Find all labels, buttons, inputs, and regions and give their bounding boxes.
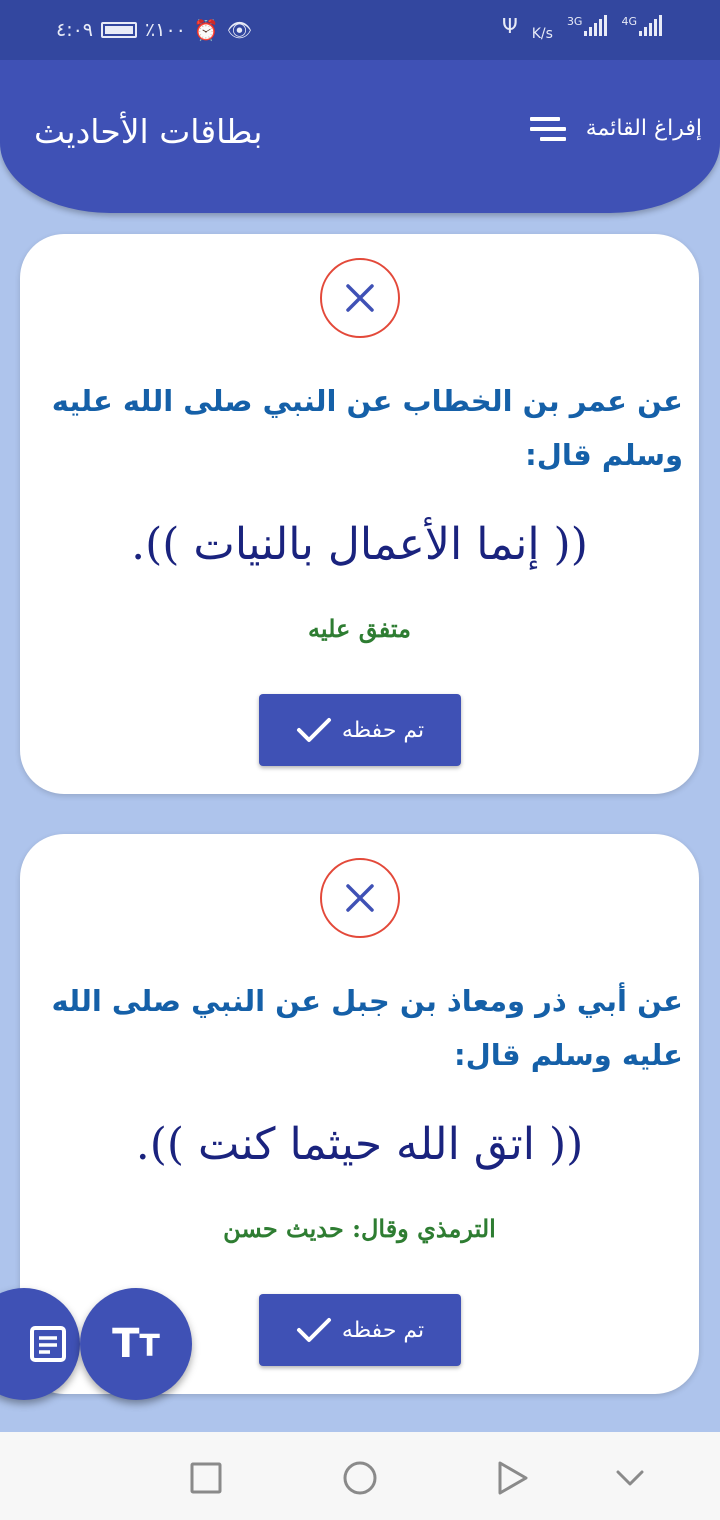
- memorized-label: تم حفظه: [341, 1317, 425, 1343]
- memorized-button[interactable]: تم حفظه: [259, 1294, 461, 1366]
- chevron-down-icon: [616, 1470, 644, 1486]
- hadith-text: (( إنما الأعمال بالنيات )).: [131, 519, 588, 570]
- hadith-text: (( اتق الله حيثما كنت )).: [135, 1119, 584, 1170]
- signal-icon: [639, 15, 662, 36]
- hadith-narrator: عن عمر بن الخطاب عن النبي صلى الله عليه …: [51, 384, 683, 472]
- net-label-4g: 4G: [621, 15, 637, 28]
- text-size-glyph-big: T: [112, 1321, 140, 1367]
- app-bar: ٤:٠٩ ٪١٠٠ ⏰ 👁 Ψ K/s 3G 4G بطاقات الأحادي…: [0, 0, 720, 213]
- memorized-label: تم حفظه: [341, 717, 425, 743]
- status-bar: ٤:٠٩ ٪١٠٠ ⏰ 👁 Ψ K/s 3G 4G: [0, 0, 720, 60]
- signal-4g: 4G: [621, 15, 662, 36]
- recents-button[interactable]: [186, 1458, 226, 1498]
- check-icon: [296, 1318, 331, 1342]
- text-size-icon: T T: [112, 1324, 160, 1364]
- status-right: Ψ K/s 3G 4G: [501, 14, 662, 42]
- system-nav-bar: [0, 1432, 720, 1520]
- status-left: ٤:٠٩ ٪١٠٠ ⏰ 👁: [56, 18, 252, 42]
- close-icon: [346, 884, 374, 912]
- text-size-glyph-small: T: [139, 1329, 160, 1364]
- hadith-narrator: عن أبي ذر ومعاذ بن جبل عن النبي صلى الله…: [51, 984, 683, 1072]
- clear-list-button[interactable]: إفراغ القائمة: [529, 116, 702, 141]
- check-icon: [296, 718, 331, 742]
- notes-icon: [30, 1326, 66, 1362]
- collapse-nav-button[interactable]: [610, 1458, 650, 1498]
- memorized-button[interactable]: تم حفظه: [259, 694, 461, 766]
- battery-icon: [101, 22, 138, 38]
- home-icon: [343, 1461, 377, 1495]
- home-button[interactable]: [340, 1458, 380, 1498]
- net-label-3g: 3G: [566, 15, 583, 28]
- text-size-fab-button[interactable]: T T: [80, 1288, 192, 1400]
- signal-3g: 3G: [566, 15, 608, 36]
- close-icon: [346, 284, 374, 312]
- network-speed: K/s: [531, 26, 553, 42]
- hadith-source: متفق عليه: [308, 614, 411, 643]
- status-time: ٤:٠٩: [56, 19, 94, 41]
- signal-icon: [584, 15, 608, 36]
- clear-list-label: إفراغ القائمة: [585, 116, 702, 141]
- alarm-icon: ⏰: [193, 18, 219, 42]
- hadith-source: الترمذي وقال: حديث حسن: [223, 1214, 496, 1243]
- page-title: بطاقات الأحاديث: [34, 112, 263, 151]
- back-triangle-icon: [498, 1461, 528, 1495]
- remove-card-button[interactable]: [320, 258, 400, 338]
- back-button[interactable]: [492, 1458, 532, 1498]
- recents-icon: [190, 1462, 222, 1494]
- remove-card-button[interactable]: [320, 858, 400, 938]
- battery-level: ٪١٠٠: [145, 19, 186, 41]
- hadith-card: عن عمر بن الخطاب عن النبي صلى الله عليه …: [20, 234, 699, 794]
- eye-icon: 👁: [226, 18, 253, 42]
- usb-icon: Ψ: [501, 14, 518, 38]
- sort-icon: [529, 116, 566, 141]
